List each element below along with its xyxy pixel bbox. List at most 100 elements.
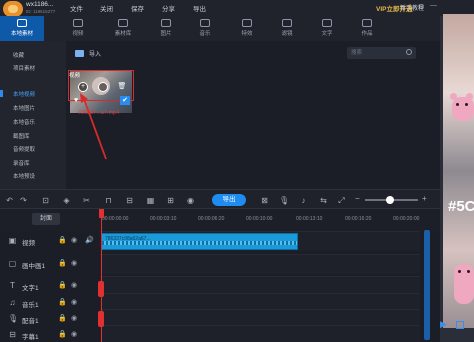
tutorial-link[interactable]: 新手教程 [400,3,424,12]
split-icon[interactable]: ⊓ [104,196,113,205]
ruler-tick: 00:00:16:20 [345,216,372,222]
menu-close[interactable]: 关闭 [100,3,113,13]
speed-icon[interactable]: ⊞ [166,196,175,205]
import-label: 导入 [89,52,102,58]
lock-icon[interactable]: 🔒 [58,314,67,322]
track-lane-pip[interactable] [100,254,420,274]
sidebar-item-local-video[interactable]: 本地视频 [13,90,35,98]
play-icon[interactable]: ▶ [440,319,447,330]
visibility-icon[interactable]: ◉ [71,281,77,289]
account-name: wx1186... [26,1,54,8]
pink-bear-ear [466,93,473,100]
playhead-line[interactable] [101,217,102,342]
visibility-icon[interactable]: ◉ [71,330,77,338]
nav-works[interactable]: 作品 [345,16,389,41]
fit-icon[interactable]: ⊠ [260,196,269,205]
sidebar-item-presets[interactable]: 本地预设 [13,172,35,180]
menu-export[interactable]: 导出 [193,3,206,13]
minimize-icon[interactable]: — [430,2,437,9]
freeze-icon[interactable]: ▦ [146,196,155,205]
nav-video[interactable]: 视频 [56,16,100,41]
cover-button[interactable]: 封面 [32,213,60,225]
sidebar-item-project[interactable]: 项目素材 [13,64,35,72]
crop-icon[interactable]: ⊡ [41,196,50,205]
active-indicator [0,90,3,97]
volume-icon[interactable]: 🔊 [85,236,94,244]
music-icon [200,19,210,27]
import-button[interactable]: 导入 [75,48,115,60]
menu-file[interactable]: 文件 [70,3,83,13]
nav-label: 特效 [241,31,253,37]
folder-icon [17,19,27,27]
export-button[interactable]: 导出 [212,194,246,206]
pink-bear-figure [454,264,474,304]
visibility-icon[interactable]: ◉ [71,298,77,306]
menu-share[interactable]: 分享 [162,3,175,13]
lock-icon[interactable]: 🔒 [58,298,67,306]
zoom-slider-handle[interactable] [386,196,394,204]
timeline-scrollbar[interactable] [424,230,430,340]
pink-bear-figure [452,97,474,121]
nav-image[interactable]: 图片 [144,16,188,41]
search-icon[interactable] [406,49,412,55]
record-icon[interactable]: ◉ [186,196,195,205]
annotation-arrow [80,93,107,160]
lock-icon[interactable]: 🔒 [58,236,67,244]
music-track-icon: ♫ [9,298,16,307]
nav-library[interactable]: 素材库 [101,16,145,41]
undo-icon[interactable]: ↶ [5,196,14,205]
media-type-tag: 视频 [69,73,81,79]
folder-icon [75,50,84,57]
nav-local-assets[interactable]: 本地素材 [0,16,44,41]
track-lane-subtitle[interactable] [100,325,420,342]
nav-label: 视频 [72,31,84,37]
works-icon [362,19,372,27]
track-name: 配音1 [22,318,39,325]
visibility-icon[interactable]: ◉ [71,314,77,322]
delete-clip-icon[interactable]: ⊟ [125,196,134,205]
sidebar-item-screenshots[interactable]: 截图库 [13,132,30,140]
mic-icon[interactable]: 🎙 [279,196,289,205]
zoom-out-icon[interactable]: − [355,194,360,203]
cut-icon[interactable]: ✂ [82,196,91,205]
delete-icon[interactable]: 🗑 [117,82,127,92]
marker-icon[interactable]: ◈ [62,196,71,205]
video-icon [73,19,83,27]
nav-filter[interactable]: 滤镜 [265,16,309,41]
search-input[interactable] [351,48,401,58]
lock-icon[interactable]: 🔒 [58,281,67,289]
filter-icon [282,19,292,27]
library-icon [118,19,128,27]
sidebar-item-audio-extract[interactable]: 音频提取 [13,145,35,153]
visibility-icon[interactable]: ◉ [71,236,77,244]
sidebar-item-favorites[interactable]: 收藏 [13,51,24,59]
menu-save[interactable]: 保存 [131,3,144,13]
search-box[interactable] [347,47,416,59]
preview-overlay-text: #5C [448,198,474,215]
subtitle-track-icon: ⊟ [9,330,16,339]
edit-toolbar: ↶ ↷ ⊡ ◈ ✂ ⊓ ⊟ ▦ ⊞ ◉ 导出 ⊠ 🎙 ♪ ⇆ ⤢ − + [0,189,440,209]
audio-split-icon[interactable]: ⇆ [319,196,328,205]
selected-check-icon[interactable]: ✔ [120,96,130,105]
lock-icon[interactable]: 🔒 [58,330,67,338]
nav-music[interactable]: 音乐 [183,16,227,41]
asset-sidebar: 收藏 项目素材 本地视频 本地图片 本地音乐 截图库 音频提取 录音库 本地预设 [0,41,66,189]
zoom-in-icon[interactable]: + [422,194,427,203]
zoom-fit-icon[interactable]: ⤢ [337,196,346,205]
nav-effects[interactable]: 特效 [225,16,269,41]
sidebar-item-recordings[interactable]: 录音库 [13,159,30,167]
track-name: 文字1 [22,285,39,292]
voice-icon[interactable]: ♪ [299,196,308,205]
lock-icon[interactable]: 🔒 [58,259,67,267]
sidebar-item-local-image[interactable]: 本地图片 [13,104,35,112]
redo-icon[interactable]: ↷ [19,196,28,205]
ruler-tick: 00:00:06:20 [198,216,225,222]
nav-label: 素材库 [114,31,132,37]
visibility-icon[interactable]: ◉ [71,259,77,267]
stop-icon[interactable] [456,321,464,329]
video-clip[interactable]: 786337c98a62a67... [101,233,298,250]
sidebar-item-local-music[interactable]: 本地音乐 [13,118,35,126]
avatar[interactable] [3,1,23,17]
nav-text[interactable]: 文字 [305,16,349,41]
effects-icon [242,19,252,27]
